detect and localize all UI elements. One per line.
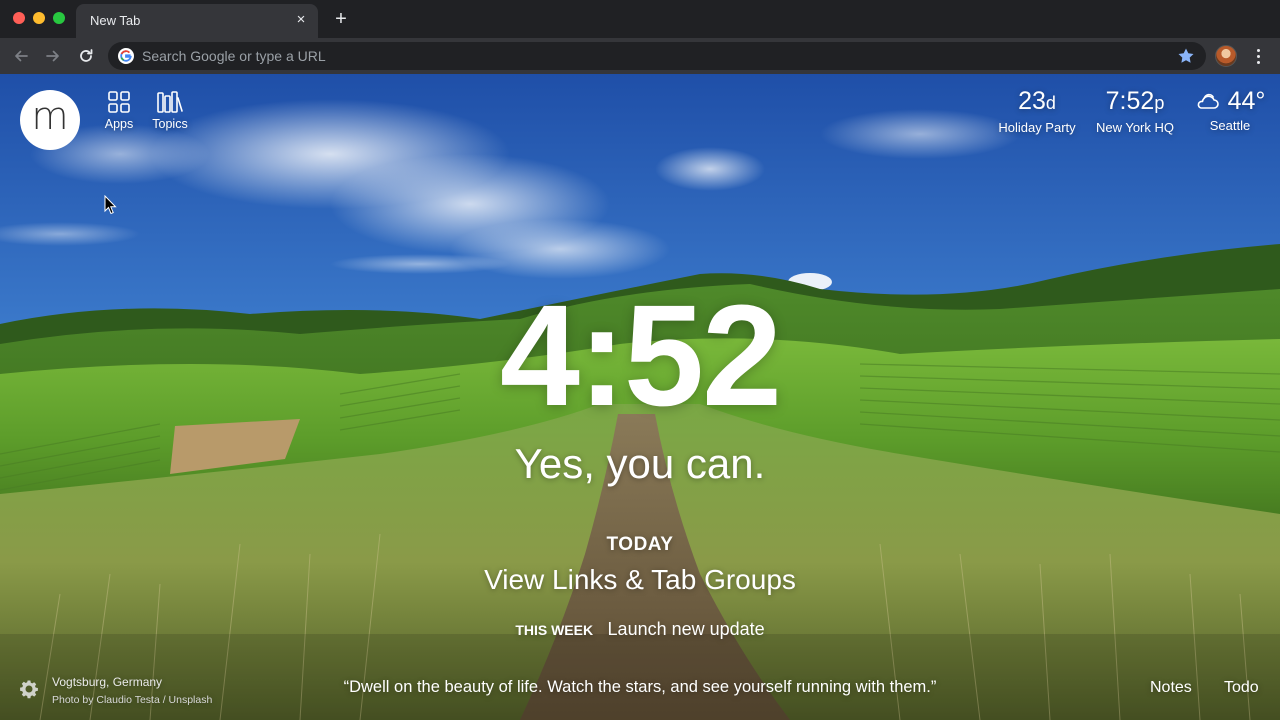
tab-close-icon[interactable]: ×	[292, 11, 310, 29]
momentum-dashboard: m Apps Topics 23d Holiday Party 7:52p Ne…	[0, 74, 1280, 720]
weather-temp: 44°	[1227, 87, 1266, 115]
maximize-window-button[interactable]	[53, 12, 65, 24]
mantra-text[interactable]: Yes, you can.	[0, 440, 1280, 488]
reload-icon	[80, 49, 93, 62]
world-clock-unit: p	[1154, 93, 1165, 113]
world-clock-label: New York HQ	[1095, 120, 1175, 135]
bookmark-star-icon[interactable]	[1176, 46, 1196, 66]
address-bar[interactable]: Search Google or type a URL	[108, 42, 1206, 70]
settings-gear-icon[interactable]	[19, 679, 39, 699]
tab-strip: New Tab × +	[0, 0, 1280, 38]
todo-button[interactable]: Todo	[1224, 679, 1259, 697]
new-tab-button[interactable]: +	[330, 8, 352, 30]
countdown-label: Holiday Party	[998, 120, 1076, 135]
photo-credit[interactable]: Photo by Claudio Testa / Unsplash	[52, 694, 212, 706]
weather-widget[interactable]: 44° Seattle	[1192, 86, 1268, 133]
apps-button[interactable]: Apps	[94, 90, 144, 131]
notes-button[interactable]: Notes	[1150, 679, 1192, 697]
this-week-text: Launch new update	[607, 619, 765, 639]
topics-label: Topics	[152, 117, 188, 131]
world-clock-widget[interactable]: 7:52p New York HQ	[1092, 86, 1178, 135]
world-clock-value: 7:52	[1105, 87, 1155, 115]
this-week-row[interactable]: THIS WEEK Launch new update	[0, 619, 1280, 640]
minimize-window-button[interactable]	[33, 12, 45, 24]
daily-quote[interactable]: “Dwell on the beauty of life. Watch the …	[250, 678, 1030, 697]
google-logo-icon	[118, 48, 134, 64]
back-button[interactable]	[8, 43, 34, 69]
main-clock[interactable]: 4:52	[0, 284, 1280, 428]
browser-toolbar: Search Google or type a URL	[0, 38, 1280, 74]
this-week-label: THIS WEEK	[515, 622, 594, 638]
mouse-cursor-icon	[104, 195, 117, 215]
browser-menu-icon[interactable]	[1248, 45, 1268, 67]
weather-location: Seattle	[1209, 118, 1251, 133]
reload-button[interactable]	[73, 43, 99, 69]
topics-books-icon	[157, 91, 183, 113]
momentum-logo[interactable]: m	[20, 90, 80, 150]
address-bar-placeholder: Search Google or type a URL	[142, 48, 326, 64]
back-arrow-icon	[15, 50, 28, 62]
today-label: TODAY	[606, 534, 674, 555]
forward-arrow-icon	[46, 50, 59, 62]
countdown-unit: d	[1045, 93, 1056, 113]
apps-grid-icon	[108, 91, 130, 113]
topics-button[interactable]: Topics	[145, 90, 195, 131]
profile-avatar[interactable]	[1215, 45, 1237, 67]
partly-cloudy-icon	[1197, 93, 1219, 109]
tab-title: New Tab	[90, 13, 141, 28]
forward-button[interactable]	[40, 43, 66, 69]
today-focus[interactable]: View Links & Tab Groups	[0, 563, 1280, 597]
countdown-value: 23	[1018, 87, 1046, 115]
apps-label: Apps	[104, 117, 134, 131]
tab-new-tab[interactable]: New Tab ×	[76, 4, 318, 38]
countdown-widget[interactable]: 23d Holiday Party	[996, 86, 1078, 135]
close-window-button[interactable]	[13, 12, 25, 24]
photo-location[interactable]: Vogtsburg, Germany	[52, 675, 162, 689]
